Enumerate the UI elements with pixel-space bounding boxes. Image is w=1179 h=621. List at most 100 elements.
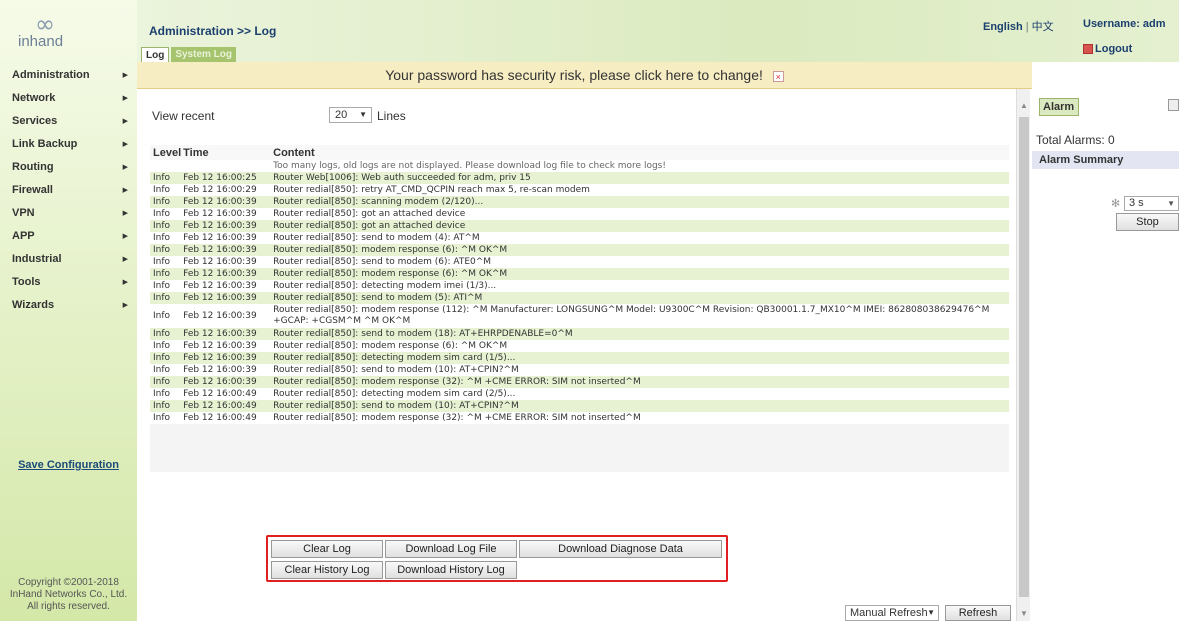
log-level: Info (150, 412, 182, 424)
sidebar-item-label: Wizards (12, 299, 55, 311)
table-row: Info Feb 12 16:00:49 Router redial[850]: s… (150, 400, 1009, 412)
clear-log-button[interactable]: Clear Log (271, 540, 383, 558)
interval-select[interactable]: 3 s ▼ (1124, 196, 1179, 211)
log-content: Router redial[850]: send to modem (5): A… (271, 292, 1009, 304)
sidebar-item-label: Firewall (12, 184, 53, 196)
log-content: Router redial[850]: modem response (6): … (271, 340, 1009, 352)
password-risk-banner[interactable]: Your password has security risk, please … (137, 62, 1032, 89)
scroll-up-icon[interactable]: ▲ (1017, 101, 1031, 115)
log-time: Feb 12 16:00:25 (181, 172, 272, 184)
language-switch: English | 中文 (983, 18, 1054, 34)
lines-select[interactable]: 20 ▼ (329, 107, 372, 123)
table-row: Info Feb 12 16:00:25 Router Web[1006]: Web… (150, 172, 1009, 184)
download-diagnose-data-button[interactable]: Download Diagnose Data (519, 540, 722, 558)
chevron-right-icon: ▶ (122, 233, 128, 240)
chevron-right-icon: ▶ (122, 141, 128, 148)
table-row: Info Feb 12 16:00:39 Router redial[850]: s… (150, 196, 1009, 208)
inhand-logo: ∞ inhand (18, 8, 78, 58)
log-time: Feb 12 16:00:39 (181, 232, 272, 244)
table-row: Info Feb 12 16:00:39 Router redial[850]: m… (150, 244, 1009, 256)
sidebar-item-wizards[interactable]: Wizards ▶ (0, 294, 137, 317)
sidebar-item-network[interactable]: Network ▶ (0, 87, 137, 110)
scroll-thumb[interactable] (1019, 117, 1029, 597)
minimize-icon[interactable] (1168, 99, 1179, 111)
sidebar-item-label: Network (12, 92, 56, 104)
chevron-down-icon: ▼ (1167, 199, 1175, 208)
clear-history-log-button[interactable]: Clear History Log (271, 561, 383, 579)
log-content: Router redial[850]: modem response (112)… (271, 304, 1009, 328)
sidebar: ∞ inhand Administration ▶ Network ▶ Services… (0, 0, 137, 621)
log-level: Info (150, 352, 182, 364)
table-row: Info Feb 12 16:00:49 Router redial[850]: m… (150, 412, 1009, 424)
log-time: Feb 12 16:00:39 (181, 220, 272, 232)
logout-link[interactable]: Logout (1083, 43, 1132, 55)
sidebar-item-label: VPN (12, 207, 35, 219)
view-recent-label: View recent (152, 109, 215, 123)
sidebar-item-link-backup[interactable]: Link Backup ▶ (0, 133, 137, 156)
log-content: Router redial[850]: send to modem (10): … (271, 400, 1009, 412)
column-header-content: Content (271, 145, 1009, 160)
log-content: Router redial[850]: modem response (32):… (271, 376, 1009, 388)
stop-button[interactable]: Stop (1116, 213, 1179, 231)
sidebar-item-routing[interactable]: Routing ▶ (0, 156, 137, 179)
log-content: Router redial[850]: detecting modem sim … (271, 352, 1009, 364)
column-header-time: Time (181, 145, 272, 160)
log-table: Level Time Content Too many logs, old lo… (150, 145, 1009, 472)
refresh-bar: Manual Refresh ▼ Refresh (845, 605, 1011, 621)
lang-chinese[interactable]: 中文 (1032, 20, 1054, 33)
page-title: Administration >> Log (149, 24, 277, 38)
alarm-tab[interactable]: Alarm (1039, 98, 1079, 116)
download-log-file-button[interactable]: Download Log File (385, 540, 517, 558)
close-icon[interactable]: × (772, 70, 784, 82)
tab-system-log[interactable]: System Log (171, 47, 237, 62)
log-level: Info (150, 172, 182, 184)
log-content: Router redial[850]: send to modem (18): … (271, 328, 1009, 340)
log-content: Router redial[850]: send to modem (6): A… (271, 256, 1009, 268)
log-content: Router redial[850]: send to modem (4): A… (271, 232, 1009, 244)
copyright-line: InHand Networks Co., Ltd. (9, 589, 128, 600)
scroll-down-icon[interactable]: ▼ (1017, 609, 1031, 621)
copyright: Copyright ©2001-2018 InHand Networks Co.… (0, 577, 137, 613)
logo-text: inhand (18, 33, 64, 50)
sidebar-item-firewall[interactable]: Firewall ▶ (0, 179, 137, 202)
log-level: Info (150, 364, 182, 376)
copyright-line: All rights reserved. (27, 601, 110, 612)
log-time: Feb 12 16:00:39 (181, 292, 272, 304)
table-row: Info Feb 12 16:00:29 Router redial[850]: r… (150, 184, 1009, 196)
sidebar-item-label: Administration (12, 69, 90, 81)
loading-spinner-icon: ✻ (1111, 198, 1121, 210)
log-content: Router redial[850]: got an attached devi… (271, 220, 1009, 232)
log-level: Info (150, 388, 182, 400)
save-configuration-link[interactable]: Save Configuration (0, 459, 137, 471)
lang-english[interactable]: English (983, 21, 1023, 33)
tab-log[interactable]: Log (141, 47, 170, 62)
log-time: Feb 12 16:00:49 (181, 400, 272, 412)
alarm-panel: Alarm Total Alarms: 0 Alarm Summary ✻ 3 … (1032, 89, 1179, 621)
main-scrollbar[interactable]: ▲ ▼ (1016, 89, 1030, 621)
log-body: Too many logs, old logs are not displaye… (150, 160, 1009, 424)
log-time: Feb 12 16:00:39 (181, 364, 272, 376)
username-label: Username: adm (1083, 18, 1166, 30)
log-time: Feb 12 16:00:39 (181, 268, 272, 280)
log-level: Info (150, 184, 182, 196)
log-level: Info (150, 232, 182, 244)
download-history-log-button[interactable]: Download History Log (385, 561, 517, 579)
sidebar-item-vpn[interactable]: VPN ▶ (0, 202, 137, 225)
chevron-down-icon: ▼ (927, 608, 935, 617)
sidebar-item-app[interactable]: APP ▶ (0, 225, 137, 248)
table-row: Info Feb 12 16:00:39 Router redial[850]: g… (150, 208, 1009, 220)
sidebar-item-administration[interactable]: Administration ▶ (0, 64, 137, 87)
log-time: Feb 12 16:00:39 (181, 352, 272, 364)
sidebar-item-label: APP (12, 230, 35, 242)
sidebar-item-tools[interactable]: Tools ▶ (0, 271, 137, 294)
log-level: Info (150, 220, 182, 232)
sidebar-item-industrial[interactable]: Industrial ▶ (0, 248, 137, 271)
sidebar-item-services[interactable]: Services ▶ (0, 110, 137, 133)
log-level: Info (150, 268, 182, 280)
log-time: Feb 12 16:00:39 (181, 208, 272, 220)
refresh-mode-select[interactable]: Manual Refresh ▼ (845, 605, 939, 621)
table-row: Info Feb 12 16:00:39 Router redial[850]: d… (150, 280, 1009, 292)
chevron-right-icon: ▶ (122, 210, 128, 217)
refresh-button[interactable]: Refresh (945, 605, 1011, 621)
header: Administration >> Log Log System Log Eng… (137, 0, 1179, 62)
